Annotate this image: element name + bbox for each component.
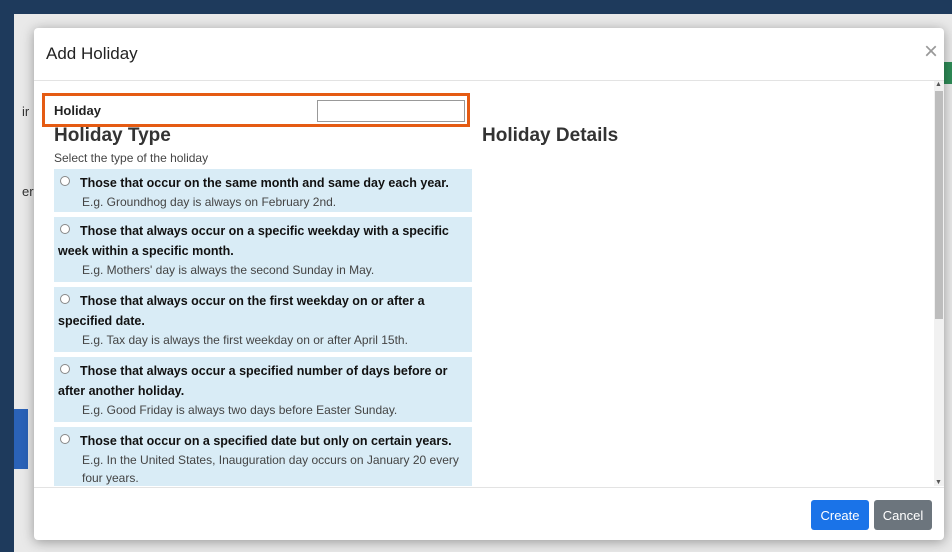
option-title: Those that occur on a specified date but… xyxy=(80,434,452,448)
scroll-up-icon[interactable]: ▲ xyxy=(935,81,942,88)
radio-button[interactable] xyxy=(60,434,70,444)
scrollbar-thumb[interactable] xyxy=(935,91,943,319)
radio-button[interactable] xyxy=(60,176,70,186)
dialog-body: Holiday Holiday Type Select the type of … xyxy=(34,81,934,486)
holiday-type-option[interactable]: Those that always occur a specified numb… xyxy=(54,357,472,422)
option-title: Those that occur on the same month and s… xyxy=(80,176,449,190)
holiday-details-heading: Holiday Details xyxy=(482,125,619,146)
option-example: E.g. Groundhog day is always on February… xyxy=(82,195,337,209)
dialog-header: Add Holiday × xyxy=(34,28,944,81)
dialog-footer: Create Cancel xyxy=(34,487,944,540)
create-button[interactable]: Create xyxy=(811,500,869,530)
holiday-label: Holiday xyxy=(54,103,101,118)
add-holiday-dialog: Add Holiday × Holiday Holiday Type Selec… xyxy=(34,28,944,540)
option-example: E.g. Tax day is always the first weekday… xyxy=(82,333,408,347)
background-text: ir xyxy=(22,104,30,119)
option-title: Those that always occur a specified numb… xyxy=(58,364,448,398)
dialog-scrollbar[interactable]: ▲ ▼ xyxy=(934,81,944,486)
close-icon[interactable]: × xyxy=(924,40,938,64)
holiday-type-option[interactable]: Those that occur on the same month and s… xyxy=(54,169,472,212)
option-title: Those that always occur on the first wee… xyxy=(58,294,425,328)
holiday-name-input[interactable] xyxy=(317,100,465,122)
holiday-type-heading: Holiday Type xyxy=(54,125,171,146)
holiday-type-option[interactable]: Those that occur on a specified date but… xyxy=(54,427,472,486)
dialog-title: Add Holiday xyxy=(46,44,138,63)
holiday-type-option[interactable]: Those that always occur on a specific we… xyxy=(54,217,472,282)
radio-button[interactable] xyxy=(60,364,70,374)
background-text: er xyxy=(22,184,34,199)
option-title: Those that always occur on a specific we… xyxy=(58,224,449,258)
radio-button[interactable] xyxy=(60,224,70,234)
holiday-type-subtitle: Select the type of the holiday xyxy=(54,151,209,165)
option-example: E.g. In the United States, Inauguration … xyxy=(82,453,459,485)
scroll-down-icon[interactable]: ▼ xyxy=(935,479,942,486)
option-example: E.g. Good Friday is always two days befo… xyxy=(82,403,398,417)
option-example: E.g. Mothers' day is always the second S… xyxy=(82,263,375,277)
background-strip xyxy=(14,409,28,469)
holiday-name-row: Holiday xyxy=(42,93,470,127)
cancel-button[interactable]: Cancel xyxy=(874,500,932,530)
holiday-type-option[interactable]: Those that always occur on the first wee… xyxy=(54,287,472,352)
radio-button[interactable] xyxy=(60,294,70,304)
